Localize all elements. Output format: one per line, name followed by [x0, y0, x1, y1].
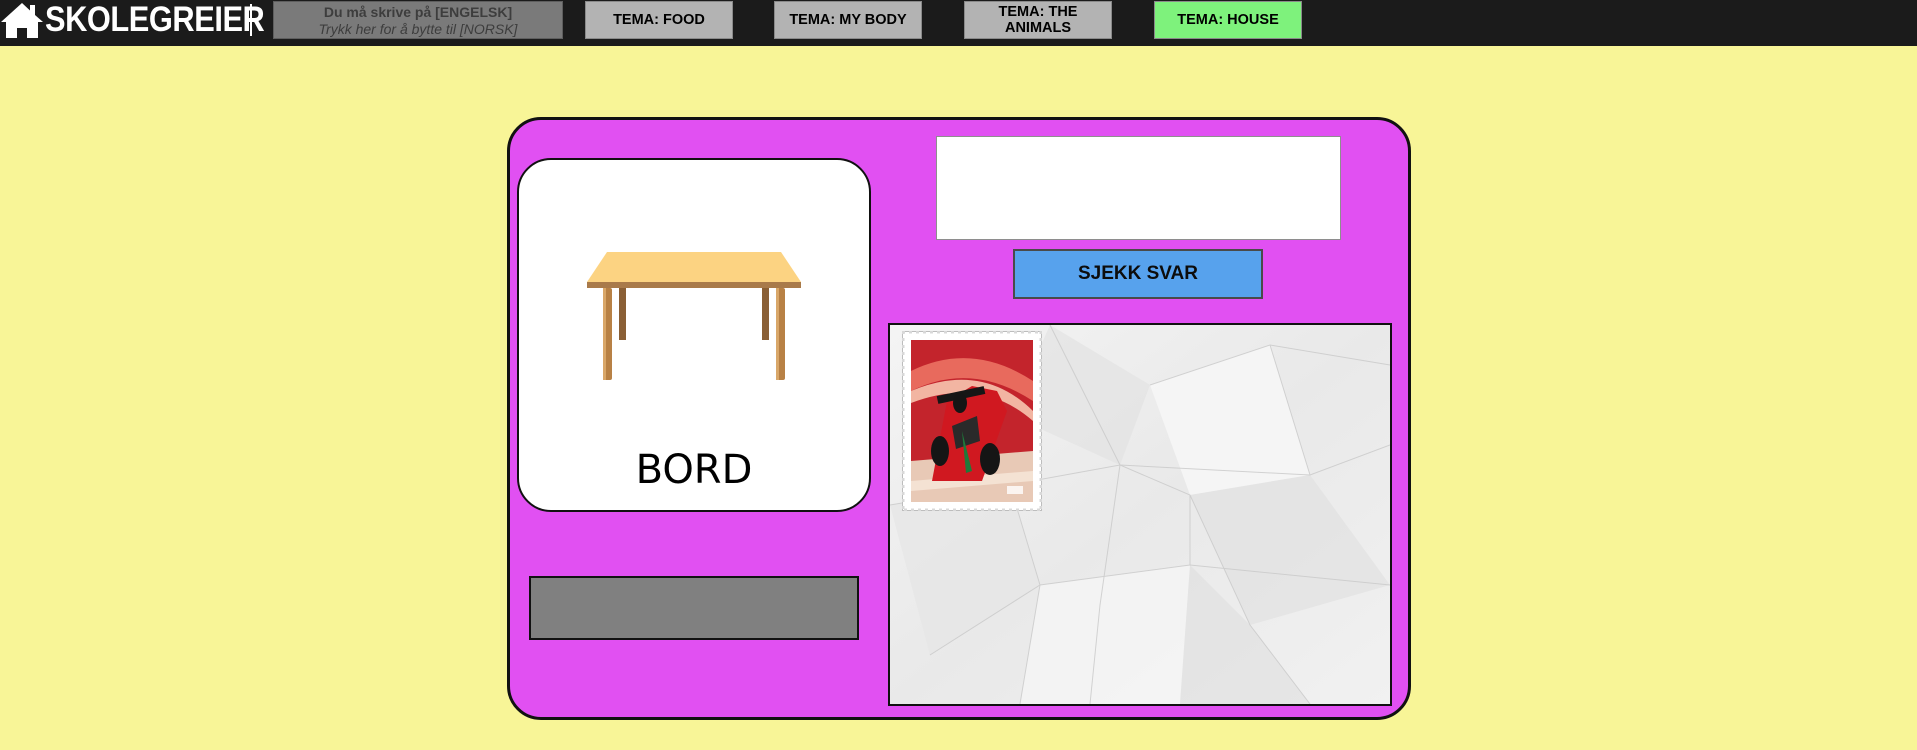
- top-bar: SKOLEGREIER Du må skrive på [ENGELSK] Tr…: [0, 0, 1917, 46]
- language-switch-hint: Trykk her for å bytte til [NORSK]: [318, 21, 518, 37]
- table-icon: [587, 252, 801, 380]
- tab-tema-food[interactable]: TEMA: FOOD: [585, 1, 733, 39]
- tab-label: TEMA: THE ANIMALS: [998, 4, 1078, 36]
- answer-input[interactable]: [936, 136, 1341, 240]
- language-current-label: Du må skrive på [ENGELSK]: [323, 4, 513, 20]
- tab-label: TEMA: FOOD: [613, 12, 705, 28]
- tab-tema-my-body[interactable]: TEMA: MY BODY: [774, 1, 922, 39]
- tab-tema-the-animals[interactable]: TEMA: THE ANIMALS: [964, 1, 1112, 39]
- race-car-stamp-icon: [902, 331, 1042, 511]
- word-card: BORD: [517, 158, 871, 512]
- language-toggle-button[interactable]: Du må skrive på [ENGELSK] Trykk her for …: [273, 1, 563, 39]
- tab-tema-house[interactable]: TEMA: HOUSE: [1154, 1, 1302, 39]
- reward-paper-area: [888, 323, 1392, 706]
- house-icon: [1, 3, 43, 38]
- logo-divider: [250, 4, 252, 36]
- check-answer-label: SJEKK SVAR: [1077, 263, 1198, 284]
- tab-label: TEMA: HOUSE: [1177, 12, 1279, 28]
- tab-label: TEMA: MY BODY: [789, 12, 907, 28]
- check-answer-button[interactable]: SJEKK SVAR: [1013, 249, 1263, 299]
- logo-text: SKOLEGREIER: [45, 0, 265, 39]
- word-label: BORD: [635, 447, 753, 493]
- feedback-box: [529, 576, 859, 640]
